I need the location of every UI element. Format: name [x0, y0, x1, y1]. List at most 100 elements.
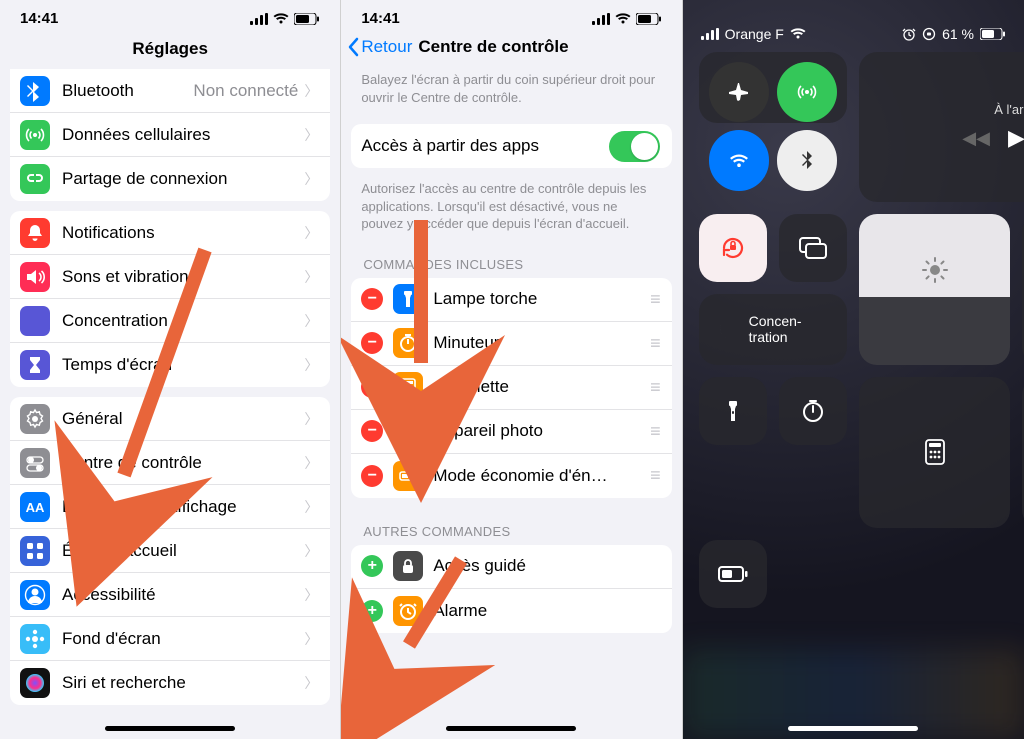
settings-row-siri-et-recherche[interactable]: Siri et recherche〉	[10, 661, 330, 705]
control-row-acc-s-guid-[interactable]: +Accès guidé	[351, 545, 671, 589]
hourglass-icon	[20, 350, 50, 380]
home-indicator[interactable]	[788, 726, 918, 731]
concentration-label: Concen- tration	[749, 313, 802, 345]
control-row-alarme[interactable]: + Alarme	[351, 589, 671, 633]
control-row-appareil-photo[interactable]: − Appareil photo≡	[351, 410, 671, 454]
airplane-toggle[interactable]	[709, 62, 769, 122]
rotation-lock-icon	[718, 233, 748, 263]
cc-calculator-tile[interactable]	[859, 377, 1010, 528]
settings-row-sons-et-vibrations[interactable]: Sons et vibrations〉	[10, 255, 330, 299]
add-button[interactable]: +	[361, 555, 383, 577]
control-row-label: Appareil photo	[433, 421, 650, 441]
remove-button[interactable]: −	[361, 332, 383, 354]
remove-button[interactable]: −	[361, 288, 383, 310]
signal-icon	[250, 13, 268, 25]
antenna-icon	[796, 81, 818, 103]
cc-low-power-tile[interactable]	[699, 540, 767, 608]
nav-title: Centre de contrôle	[412, 37, 673, 57]
page-title: Réglages	[0, 31, 340, 69]
drag-handle-icon[interactable]: ≡	[650, 465, 662, 486]
gear-icon	[20, 404, 50, 434]
control-row-mode-conomie-d-n-[interactable]: −Mode économie d'én…≡	[351, 454, 671, 498]
media-label: À l'arrêt	[994, 102, 1024, 117]
rotation-lock-icon	[922, 27, 936, 41]
switches-icon	[20, 448, 50, 478]
settings-row--cran-d-accueil[interactable]: Écran d'accueil〉	[10, 529, 330, 573]
drag-handle-icon[interactable]: ≡	[650, 333, 662, 354]
settings-row-accessibilit-[interactable]: Accessibilité〉	[10, 573, 330, 617]
settings-row-label: Fond d'écran	[62, 629, 304, 649]
camera-icon	[393, 416, 423, 446]
chevron-right-icon: 〉	[304, 409, 318, 429]
cc-brightness-tile[interactable]	[859, 214, 1010, 365]
add-button[interactable]: +	[361, 600, 383, 622]
wifi-icon	[790, 28, 806, 40]
chevron-right-icon: 〉	[304, 629, 318, 649]
settings-row-label: Accessibilité	[62, 585, 304, 605]
drag-handle-icon[interactable]: ≡	[650, 289, 662, 310]
access-apps-group: Accès à partir des apps	[351, 124, 671, 168]
bt-icon	[20, 76, 50, 106]
control-row-label: Calculette	[433, 377, 650, 397]
cellular-toggle[interactable]	[777, 62, 837, 122]
screen-mirroring-icon	[798, 236, 828, 260]
drag-handle-icon[interactable]: ≡	[650, 377, 662, 398]
phone-settings: 14:41 Réglages BluetoothNon connecté〉Don…	[0, 0, 341, 739]
remove-button[interactable]: −	[361, 465, 383, 487]
settings-row-g-n-ral[interactable]: Général〉	[10, 397, 330, 441]
access-apps-row[interactable]: Accès à partir des apps	[351, 124, 671, 168]
person-icon	[20, 580, 50, 610]
settings-row-fond-d-cran[interactable]: Fond d'écran〉	[10, 617, 330, 661]
control-row-label: Lampe torche	[433, 289, 650, 309]
cc-connectivity-tile[interactable]	[699, 52, 848, 123]
settings-row-donn-es-cellulaires[interactable]: Données cellulaires〉	[10, 113, 330, 157]
cc-timer-tile[interactable]	[779, 377, 847, 445]
settings-row-concentration[interactable]: Concentration〉	[10, 299, 330, 343]
calculator-icon	[925, 439, 945, 465]
access-apps-toggle[interactable]	[609, 131, 660, 162]
remove-button[interactable]: −	[361, 376, 383, 398]
settings-group-general: Général〉Centre de contrôle〉AALuminosité …	[10, 397, 330, 705]
settings-row-label: Centre de contrôle	[62, 453, 304, 473]
antenna-icon	[20, 120, 50, 150]
battery-icon	[718, 566, 748, 582]
link-icon	[20, 164, 50, 194]
chevron-right-icon: 〉	[304, 453, 318, 473]
settings-row-luminosit-et-affichage[interactable]: AALuminosité et affichage〉	[10, 485, 330, 529]
status-time: 14:41	[361, 10, 399, 27]
media-play-icon[interactable]: ▶	[1008, 125, 1024, 151]
phone-control-center-overlay: Orange F 61 % À l'arrêt	[683, 0, 1024, 739]
settings-row-bluetooth[interactable]: BluetoothNon connecté〉	[10, 69, 330, 113]
timer-icon	[800, 398, 826, 424]
chevron-right-icon: 〉	[304, 125, 318, 145]
control-row-lampe-torche[interactable]: − Lampe torche≡	[351, 278, 671, 322]
settings-row-centre-de-contr-le[interactable]: Centre de contrôle〉	[10, 441, 330, 485]
cc-screen-mirroring-tile[interactable]	[779, 214, 847, 282]
home-indicator[interactable]	[105, 726, 235, 731]
drag-handle-icon[interactable]: ≡	[650, 421, 662, 442]
remove-button[interactable]: −	[361, 420, 383, 442]
wifi-icon	[615, 13, 631, 25]
back-label: Retour	[361, 37, 412, 57]
settings-row-notifications[interactable]: Notifications〉	[10, 211, 330, 255]
settings-row-label: Concentration	[62, 311, 304, 331]
home-indicator[interactable]	[446, 726, 576, 731]
control-row-calculette[interactable]: − Calculette≡	[351, 366, 671, 410]
control-row-label: Alarme	[433, 601, 661, 621]
back-button[interactable]: Retour	[347, 37, 412, 57]
cc-rotation-lock-tile[interactable]	[699, 214, 767, 282]
control-row-minuteur[interactable]: −Minuteur≡	[351, 322, 671, 366]
chevron-right-icon: 〉	[304, 355, 318, 375]
cc-media-tile[interactable]: À l'arrêt ◀◀ ▶ ▶▶	[859, 52, 1024, 202]
cc-concentration-tile[interactable]: Concen- tration	[699, 294, 848, 365]
wifi-toggle[interactable]	[709, 130, 769, 190]
bluetooth-toggle[interactable]	[777, 130, 837, 190]
more-controls-group: +Accès guidé+Alarme	[351, 545, 671, 633]
settings-row-temps-d-cran[interactable]: Temps d'écran〉	[10, 343, 330, 387]
siri-icon	[20, 668, 50, 698]
media-prev-icon[interactable]: ◀◀	[962, 128, 990, 149]
cc-torch-tile[interactable]	[699, 377, 767, 445]
settings-row-partage-de-connexion[interactable]: Partage de connexion〉	[10, 157, 330, 201]
torch-icon	[393, 284, 423, 314]
navbar: Retour Centre de contrôle	[341, 31, 681, 63]
